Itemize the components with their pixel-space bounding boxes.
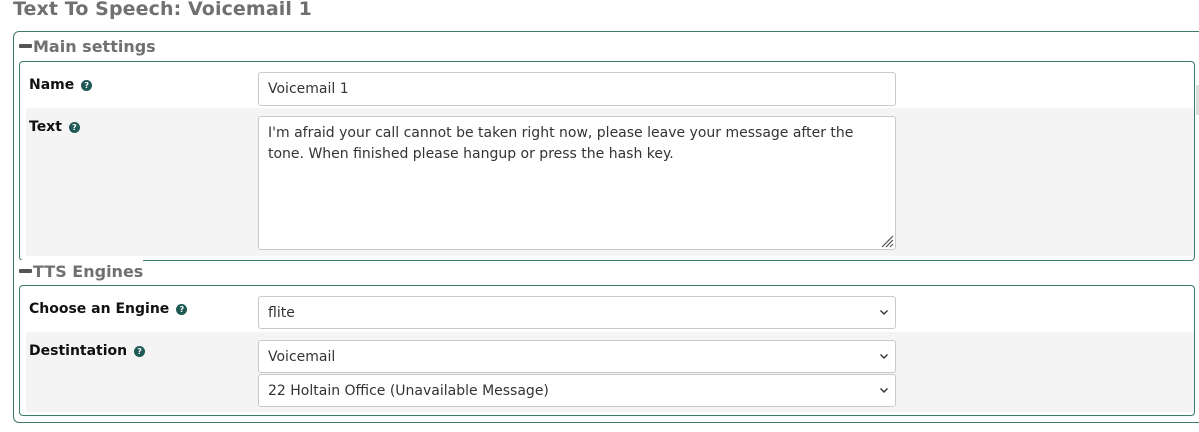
engine-label: Choose an Engine ? — [29, 301, 188, 317]
destination-type-select[interactable]: Voicemail — [258, 340, 896, 373]
page-title: Text To Speech: Voicemail 1 — [13, 0, 312, 20]
text-textarea[interactable]: I'm afraid your call cannot be taken rig… — [258, 116, 896, 250]
engine-row: Choose an Engine ? flite — [26, 289, 1194, 331]
help-icon[interactable]: ? — [176, 303, 188, 315]
chevron-down-icon — [880, 387, 888, 393]
name-row: Name ? Voicemail 1 — [26, 65, 1194, 107]
text-label-text: Text — [29, 119, 62, 135]
engine-select[interactable]: flite — [258, 296, 896, 329]
chevron-down-icon — [880, 309, 888, 315]
resize-handle-icon[interactable] — [880, 234, 894, 248]
engine-select-value: flite — [268, 304, 295, 321]
main-settings-section: Name ? Voicemail 1 Text ? I'm afraid you… — [19, 61, 1195, 261]
help-icon[interactable]: ? — [81, 79, 93, 91]
engine-label-text: Choose an Engine — [29, 301, 170, 317]
name-label: Name ? — [29, 77, 93, 93]
tts-edit-page: Text To Speech: Voicemail 1 Main setting… — [0, 0, 1199, 432]
destination-target-value: 22 Holtain Office (Unavailable Message) — [268, 382, 549, 399]
tts-engines-legend[interactable]: TTS Engines — [19, 260, 144, 282]
help-icon[interactable]: ? — [134, 345, 146, 357]
main-settings-title: Main settings — [33, 36, 156, 56]
text-textarea-value: I'm afraid your call cannot be taken rig… — [268, 125, 854, 162]
text-row: Text ? I'm afraid your call cannot be ta… — [26, 108, 1194, 256]
help-icon[interactable]: ? — [68, 121, 80, 133]
destination-label: Destintation ? — [29, 343, 146, 359]
minus-icon[interactable] — [19, 269, 32, 273]
destination-row: Destintation ? Voicemail 22 Holtain Offi… — [26, 332, 1194, 412]
name-label-text: Name — [29, 77, 75, 93]
tts-engines-section: Choose an Engine ? flite Destintation ? … — [19, 285, 1195, 416]
name-input-value: Voicemail 1 — [268, 81, 349, 97]
destination-label-text: Destintation — [29, 343, 128, 359]
destination-target-select[interactable]: 22 Holtain Office (Unavailable Message) — [258, 374, 896, 407]
main-settings-legend[interactable]: Main settings — [19, 35, 156, 57]
chevron-down-icon — [880, 353, 888, 359]
tts-engines-title: TTS Engines — [33, 261, 144, 281]
text-label: Text ? — [29, 119, 80, 135]
name-input[interactable]: Voicemail 1 — [258, 72, 896, 106]
minus-icon[interactable] — [19, 44, 32, 48]
destination-type-value: Voicemail — [268, 348, 336, 365]
